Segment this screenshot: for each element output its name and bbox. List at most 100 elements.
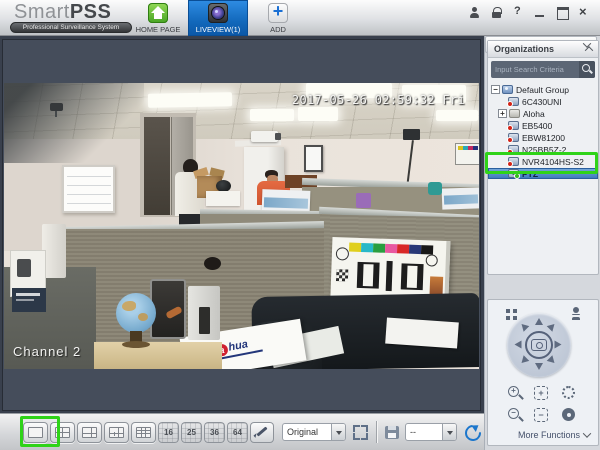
zoom-out-icon[interactable] (508, 408, 524, 424)
tree-item-default-group[interactable]: Default Group (488, 84, 598, 95)
pad-arrow-down[interactable] (535, 363, 543, 370)
group-icon (502, 85, 513, 94)
refresh-icon[interactable] (464, 424, 480, 440)
split-8-icon (109, 427, 124, 438)
scene-ceiling-light (250, 109, 294, 121)
close-icon[interactable] (579, 7, 590, 18)
organizations-header[interactable]: Organizations (488, 41, 598, 58)
user-icon[interactable] (469, 7, 480, 18)
tree-item-aloha[interactable]: Aloha (488, 108, 598, 119)
mouse-simulator-icon[interactable] (525, 331, 553, 359)
chevron-down-icon[interactable] (442, 424, 456, 440)
split-1-icon (28, 427, 43, 438)
minimize-icon[interactable] (535, 7, 546, 18)
pad-arrow-up-right[interactable] (547, 321, 558, 332)
record-select-value: -- (406, 427, 442, 437)
tab-home-page[interactable]: HOME PAGE (128, 0, 188, 36)
save-icon[interactable] (385, 426, 399, 439)
maximize-icon[interactable] (557, 7, 568, 18)
fullscreen-icon[interactable] (353, 425, 368, 440)
pad-arrow-left[interactable] (515, 341, 522, 349)
zoom-in-icon[interactable] (508, 386, 524, 402)
split-64-button[interactable]: 64 (227, 422, 248, 443)
tree-item-ptz[interactable]: PTZ (488, 168, 598, 179)
scene-globe (116, 293, 156, 333)
device-icon (508, 97, 519, 106)
split-9-icon (136, 427, 151, 438)
tree-item-label: N25BB5Z-2 (522, 145, 566, 155)
logo-pss: PSS (70, 1, 112, 23)
pad-arrow-up-left[interactable] (519, 321, 530, 332)
search-icon[interactable] (579, 61, 595, 78)
split-36-button[interactable]: 36 (204, 422, 225, 443)
custom-split-button[interactable] (250, 422, 274, 443)
split-6-button[interactable] (77, 422, 102, 443)
focus-plus-icon[interactable]: + (534, 386, 548, 400)
logo-smart: Smart (14, 1, 70, 23)
live-video-frame[interactable]: a hua 2017-05-26 02:59:32 Fri Channel 2 (4, 83, 479, 369)
tree-item-label: NVR4104HS-S2 (522, 157, 584, 167)
pad-arrow-down-right[interactable] (547, 355, 558, 366)
stream-mode-select[interactable]: Original (282, 423, 346, 441)
joystick-icon[interactable] (570, 307, 582, 320)
video-channel-label: Channel 2 (13, 344, 81, 359)
scene-chart-circle (336, 247, 349, 260)
plus-icon (268, 3, 288, 23)
expand-expander-icon[interactable] (498, 109, 507, 118)
tab-add[interactable]: ADD (248, 0, 308, 36)
split-25-button[interactable]: 25 (181, 422, 202, 443)
search-input[interactable] (491, 65, 579, 74)
collapse-expander-icon[interactable] (491, 85, 500, 94)
preset-icon[interactable] (506, 309, 517, 320)
main-tabs: HOME PAGE LIVEVIEW(1) ADD (128, 0, 308, 36)
tree-item-nvr4104hs-s2[interactable]: NVR4104HS-S2 (488, 156, 598, 167)
tab-liveview[interactable]: LIVEVIEW(1) (188, 0, 248, 36)
app-logo: SmartPSS (14, 1, 111, 24)
tab-label: HOME PAGE (136, 25, 181, 34)
tree-item-6c430uni[interactable]: 6C430UNI (488, 96, 598, 107)
split-1-button[interactable] (23, 422, 48, 443)
iris-open-icon[interactable] (562, 386, 575, 399)
split-9-button[interactable] (131, 422, 156, 443)
scene-product-box (442, 187, 479, 209)
device-icon (508, 133, 519, 142)
split-16-button[interactable]: 16 (158, 422, 179, 443)
scene-wall-camera (50, 103, 63, 111)
scene-whiteboard (62, 165, 115, 213)
scene-ceiling-light (148, 92, 232, 107)
scene-globe-base (122, 341, 150, 348)
tree-item-n25bb5z-2[interactable]: N25BB5Z-2 (488, 144, 598, 155)
scene-teal-object (428, 182, 442, 195)
scene-chart-pattern (401, 263, 424, 290)
tree-item-ebw81200[interactable]: EBW81200 (488, 132, 598, 143)
scene-purple-box (356, 193, 371, 208)
camera-icon (208, 3, 228, 23)
tab-label: LIVEVIEW(1) (196, 25, 241, 34)
video-cell[interactable]: a hua 2017-05-26 02:59:32 Fri Channel 2 (2, 39, 481, 411)
record-select[interactable]: -- (405, 423, 457, 441)
help-icon[interactable] (513, 7, 524, 18)
scene-papers (385, 318, 459, 349)
scene-navy-box (12, 288, 46, 312)
logo-tagline: Professional Surveillance System (10, 22, 132, 33)
scene-chart-circle (426, 254, 438, 266)
tree-item-label: 6C430UNI (522, 97, 562, 107)
pad-arrow-down-left[interactable] (519, 355, 530, 366)
more-functions-link[interactable]: More Functions (518, 430, 590, 440)
device-icon (508, 121, 519, 130)
scene-desk (94, 342, 222, 369)
chevron-down-icon[interactable] (331, 424, 345, 440)
tree-item-eb5400[interactable]: EB5400 (488, 120, 598, 131)
scene-chart-pattern (357, 262, 380, 289)
scene-chart-colorbars (349, 243, 433, 255)
focus-minus-icon[interactable]: − (534, 408, 548, 422)
iris-close-icon[interactable] (562, 408, 575, 421)
more-functions-label: More Functions (518, 430, 580, 440)
split-4-button[interactable] (50, 422, 75, 443)
pad-arrow-up[interactable] (535, 318, 543, 325)
lock-icon[interactable] (491, 7, 502, 18)
pad-arrow-right[interactable] (555, 341, 562, 349)
window-controls (469, 5, 590, 19)
chevron-down-icon (583, 429, 591, 437)
split-8-button[interactable] (104, 422, 129, 443)
